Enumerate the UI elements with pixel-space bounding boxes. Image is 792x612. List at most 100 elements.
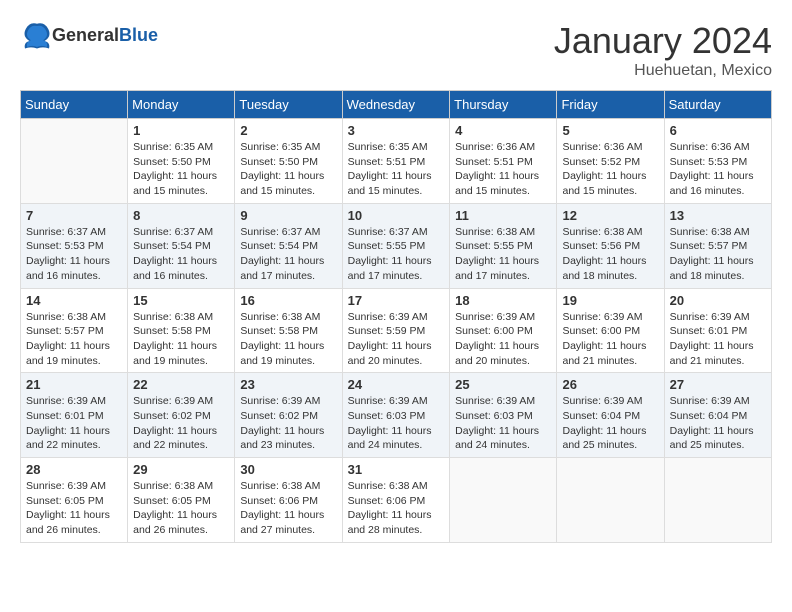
day-info: Sunrise: 6:35 AMSunset: 5:50 PMDaylight:…: [133, 140, 229, 199]
day-number: 18: [455, 293, 551, 308]
day-number: 21: [26, 377, 122, 392]
day-number: 30: [240, 462, 336, 477]
day-info: Sunrise: 6:39 AMSunset: 6:02 PMDaylight:…: [240, 394, 336, 453]
calendar-cell: 19Sunrise: 6:39 AMSunset: 6:00 PMDayligh…: [557, 288, 664, 373]
day-number: 4: [455, 123, 551, 138]
day-number: 23: [240, 377, 336, 392]
calendar-cell: 25Sunrise: 6:39 AMSunset: 6:03 PMDayligh…: [450, 373, 557, 458]
day-number: 22: [133, 377, 229, 392]
calendar-week-row: 14Sunrise: 6:38 AMSunset: 5:57 PMDayligh…: [21, 288, 772, 373]
day-number: 3: [348, 123, 445, 138]
logo-text: GeneralBlue: [52, 25, 158, 46]
calendar-cell: 13 Sunrise: 6:38 AMSunset: 5:57 PMDayligh…: [664, 203, 771, 288]
day-info: Sunrise: 6:39 AMSunset: 6:00 PMDaylight:…: [455, 310, 551, 369]
day-number: 31: [348, 462, 445, 477]
day-info: Sunrise: 6:36 AMSunset: 5:52 PMDaylight:…: [562, 140, 658, 199]
day-info: Sunrise: 6:38 AMSunset: 6:05 PMDaylight:…: [133, 479, 229, 538]
calendar-cell: 22 Sunrise: 6:39 AMSunset: 6:02 PMDayligh…: [128, 373, 235, 458]
logo-icon: [22, 20, 52, 50]
day-number: 8: [133, 208, 229, 223]
day-info: Sunrise: 6:37 AMSunset: 5:54 PMDaylight:…: [240, 225, 336, 284]
calendar-cell: 18 Sunrise: 6:39 AMSunset: 6:00 PMDayligh…: [450, 288, 557, 373]
day-number: 1: [133, 123, 229, 138]
day-info: Sunrise: 6:37 AMSunset: 5:55 PMDaylight:…: [348, 225, 445, 284]
day-info: Sunrise: 6:39 AMSunset: 6:04 PMDaylight:…: [670, 394, 766, 453]
calendar-week-row: 21 Sunrise: 6:39 AMSunset: 6:01 PMDayligh…: [21, 373, 772, 458]
day-info: Sunrise: 6:39 AMSunset: 6:05 PMDaylight:…: [26, 479, 122, 538]
calendar-cell: 17 Sunrise: 6:39 AMSunset: 5:59 PMDayligh…: [342, 288, 450, 373]
weekday-header-row: SundayMondayTuesdayWednesdayThursdayFrid…: [21, 91, 772, 119]
day-info: Sunrise: 6:37 AMSunset: 5:54 PMDaylight:…: [133, 225, 229, 284]
day-number: 29: [133, 462, 229, 477]
calendar-week-row: 28 Sunrise: 6:39 AMSunset: 6:05 PMDayligh…: [21, 458, 772, 543]
calendar-cell: 21 Sunrise: 6:39 AMSunset: 6:01 PMDayligh…: [21, 373, 128, 458]
day-number: 9: [240, 208, 336, 223]
calendar-cell: 7Sunrise: 6:37 AMSunset: 5:53 PMDaylight…: [21, 203, 128, 288]
weekday-header-saturday: Saturday: [664, 91, 771, 119]
day-info: Sunrise: 6:38 AMSunset: 5:57 PMDaylight:…: [670, 225, 766, 284]
day-number: 6: [670, 123, 766, 138]
day-number: 25: [455, 377, 551, 392]
day-info: Sunrise: 6:39 AMSunset: 6:03 PMDaylight:…: [348, 394, 445, 453]
day-number: 16: [240, 293, 336, 308]
weekday-header-monday: Monday: [128, 91, 235, 119]
calendar-cell: 11 Sunrise: 6:38 AMSunset: 5:55 PMDayligh…: [450, 203, 557, 288]
calendar-cell: 26Sunrise: 6:39 AMSunset: 6:04 PMDayligh…: [557, 373, 664, 458]
title-block: January 2024 Huehuetan, Mexico: [554, 20, 772, 80]
day-info: Sunrise: 6:38 AMSunset: 5:56 PMDaylight:…: [562, 225, 658, 284]
day-number: 11: [455, 208, 551, 223]
day-info: Sunrise: 6:38 AMSunset: 5:55 PMDaylight:…: [455, 225, 551, 284]
calendar-cell: [450, 458, 557, 543]
calendar-cell: 31Sunrise: 6:38 AMSunset: 6:06 PMDayligh…: [342, 458, 450, 543]
calendar-cell: 8 Sunrise: 6:37 AMSunset: 5:54 PMDaylight…: [128, 203, 235, 288]
calendar-cell: 27 Sunrise: 6:39 AMSunset: 6:04 PMDayligh…: [664, 373, 771, 458]
weekday-header-friday: Friday: [557, 91, 664, 119]
day-number: 13: [670, 208, 766, 223]
calendar-cell: 30 Sunrise: 6:38 AMSunset: 6:06 PMDayligh…: [235, 458, 342, 543]
day-number: 2: [240, 123, 336, 138]
weekday-header-tuesday: Tuesday: [235, 91, 342, 119]
calendar-cell: 2 Sunrise: 6:35 AMSunset: 5:50 PMDaylight…: [235, 119, 342, 204]
calendar-week-row: 7Sunrise: 6:37 AMSunset: 5:53 PMDaylight…: [21, 203, 772, 288]
calendar-cell: 15Sunrise: 6:38 AMSunset: 5:58 PMDayligh…: [128, 288, 235, 373]
calendar-cell: 6 Sunrise: 6:36 AMSunset: 5:53 PMDaylight…: [664, 119, 771, 204]
weekday-header-thursday: Thursday: [450, 91, 557, 119]
month-title: January 2024: [554, 20, 772, 62]
day-number: 14: [26, 293, 122, 308]
day-number: 27: [670, 377, 766, 392]
logo-blue: Blue: [119, 25, 158, 45]
day-number: 17: [348, 293, 445, 308]
day-info: Sunrise: 6:36 AMSunset: 5:53 PMDaylight:…: [670, 140, 766, 199]
calendar-cell: 12Sunrise: 6:38 AMSunset: 5:56 PMDayligh…: [557, 203, 664, 288]
calendar-cell: 29 Sunrise: 6:38 AMSunset: 6:05 PMDayligh…: [128, 458, 235, 543]
day-info: Sunrise: 6:38 AMSunset: 5:58 PMDaylight:…: [240, 310, 336, 369]
day-number: 7: [26, 208, 122, 223]
calendar-cell: 28 Sunrise: 6:39 AMSunset: 6:05 PMDayligh…: [21, 458, 128, 543]
day-info: Sunrise: 6:39 AMSunset: 6:02 PMDaylight:…: [133, 394, 229, 453]
calendar-cell: 20 Sunrise: 6:39 AMSunset: 6:01 PMDayligh…: [664, 288, 771, 373]
calendar-cell: 1 Sunrise: 6:35 AMSunset: 5:50 PMDaylight…: [128, 119, 235, 204]
calendar-cell: [557, 458, 664, 543]
calendar-cell: 3Sunrise: 6:35 AMSunset: 5:51 PMDaylight…: [342, 119, 450, 204]
day-info: Sunrise: 6:39 AMSunset: 6:01 PMDaylight:…: [26, 394, 122, 453]
calendar-cell: 23 Sunrise: 6:39 AMSunset: 6:02 PMDayligh…: [235, 373, 342, 458]
day-info: Sunrise: 6:38 AMSunset: 6:06 PMDaylight:…: [240, 479, 336, 538]
day-number: 24: [348, 377, 445, 392]
calendar-week-row: 1 Sunrise: 6:35 AMSunset: 5:50 PMDaylight…: [21, 119, 772, 204]
day-info: Sunrise: 6:39 AMSunset: 6:01 PMDaylight:…: [670, 310, 766, 369]
calendar-cell: 16 Sunrise: 6:38 AMSunset: 5:58 PMDayligh…: [235, 288, 342, 373]
calendar-cell: 4Sunrise: 6:36 AMSunset: 5:51 PMDaylight…: [450, 119, 557, 204]
day-info: Sunrise: 6:35 AMSunset: 5:50 PMDaylight:…: [240, 140, 336, 199]
day-info: Sunrise: 6:39 AMSunset: 5:59 PMDaylight:…: [348, 310, 445, 369]
page-header: GeneralBlue January 2024 Huehuetan, Mexi…: [20, 20, 772, 80]
day-number: 20: [670, 293, 766, 308]
calendar-cell: [21, 119, 128, 204]
day-number: 5: [562, 123, 658, 138]
weekday-header-sunday: Sunday: [21, 91, 128, 119]
day-info: Sunrise: 6:38 AMSunset: 5:58 PMDaylight:…: [133, 310, 229, 369]
calendar-cell: [664, 458, 771, 543]
calendar-cell: 14Sunrise: 6:38 AMSunset: 5:57 PMDayligh…: [21, 288, 128, 373]
day-number: 28: [26, 462, 122, 477]
logo-general: General: [52, 25, 119, 45]
weekday-header-wednesday: Wednesday: [342, 91, 450, 119]
